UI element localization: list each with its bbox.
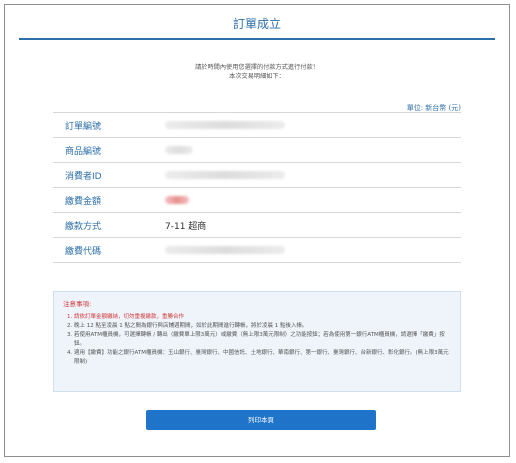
notes-panel: 注意事項: 請依訂單金額繳納，切勿重複繳款，重勝合作 晚上 12 點至凌晨 1 …	[53, 291, 461, 392]
table-row-order-number: 訂單編號	[53, 112, 461, 138]
intro-line-2: 本次交易明細如下：	[229, 73, 285, 80]
note-item: 若使用ATM櫃員機，可選擇轉帳 / 轉出（繳費單上限3萬元）或繳費（無上限3萬元…	[74, 331, 451, 349]
masked-value	[165, 246, 285, 254]
masked-value	[165, 146, 193, 154]
intro-line-1: 請於時間內使用您選擇的付款方式進行付款！	[195, 64, 319, 71]
row-label: 消費者ID	[65, 172, 102, 182]
title-divider	[19, 38, 495, 40]
print-button[interactable]: 列印本頁	[146, 410, 376, 430]
note-item: 請依訂單金額繳納，切勿重複繳款，重勝合作	[74, 313, 451, 322]
masked-amount	[165, 196, 189, 204]
table-row-payment-code: 繳費代碼	[53, 238, 461, 263]
page-title: 訂單成立	[232, 17, 281, 31]
note-item: 適用【繳費】功能之銀行ATM櫃員機：玉山銀行、臺灣銀行、中國信託、土地銀行、華南…	[74, 349, 451, 367]
row-label: 商品編號	[65, 147, 102, 157]
table-row-product-number: 商品編號	[53, 138, 461, 163]
row-label: 繳款方式	[65, 222, 102, 232]
row-label: 繳費金額	[65, 197, 102, 207]
row-label: 繳費代碼	[65, 247, 102, 257]
order-window: 訂單成立 請於時間內使用您選擇的付款方式進行付款！ 本次交易明細如下： 單位: …	[4, 4, 510, 457]
table-row-consumer-id: 消費者ID	[53, 163, 461, 188]
note-item: 晚上 12 點至凌晨 1 點之間為銀行與店鋪週期間，如於此期間進行轉帳，將於凌晨…	[74, 322, 451, 331]
row-label: 訂單編號	[65, 122, 102, 132]
intro-text: 請於時間內使用您選擇的付款方式進行付款！ 本次交易明細如下：	[5, 63, 509, 81]
masked-value	[165, 171, 285, 179]
notes-list: 請依訂單金額繳納，切勿重複繳款，重勝合作 晚上 12 點至凌晨 1 點之間為銀行…	[63, 313, 451, 367]
masked-value	[165, 121, 285, 129]
table-row-amount: 繳費金額	[53, 188, 461, 213]
notes-title: 注意事項:	[63, 300, 92, 308]
transaction-table: 訂單編號 商品編號 消費者ID 繳費金額 繳款方式 7-11 超商 繳費代碼	[53, 112, 461, 263]
payment-method-value: 7-11 超商	[165, 222, 207, 232]
table-row-payment-method: 繳款方式 7-11 超商	[53, 213, 461, 238]
